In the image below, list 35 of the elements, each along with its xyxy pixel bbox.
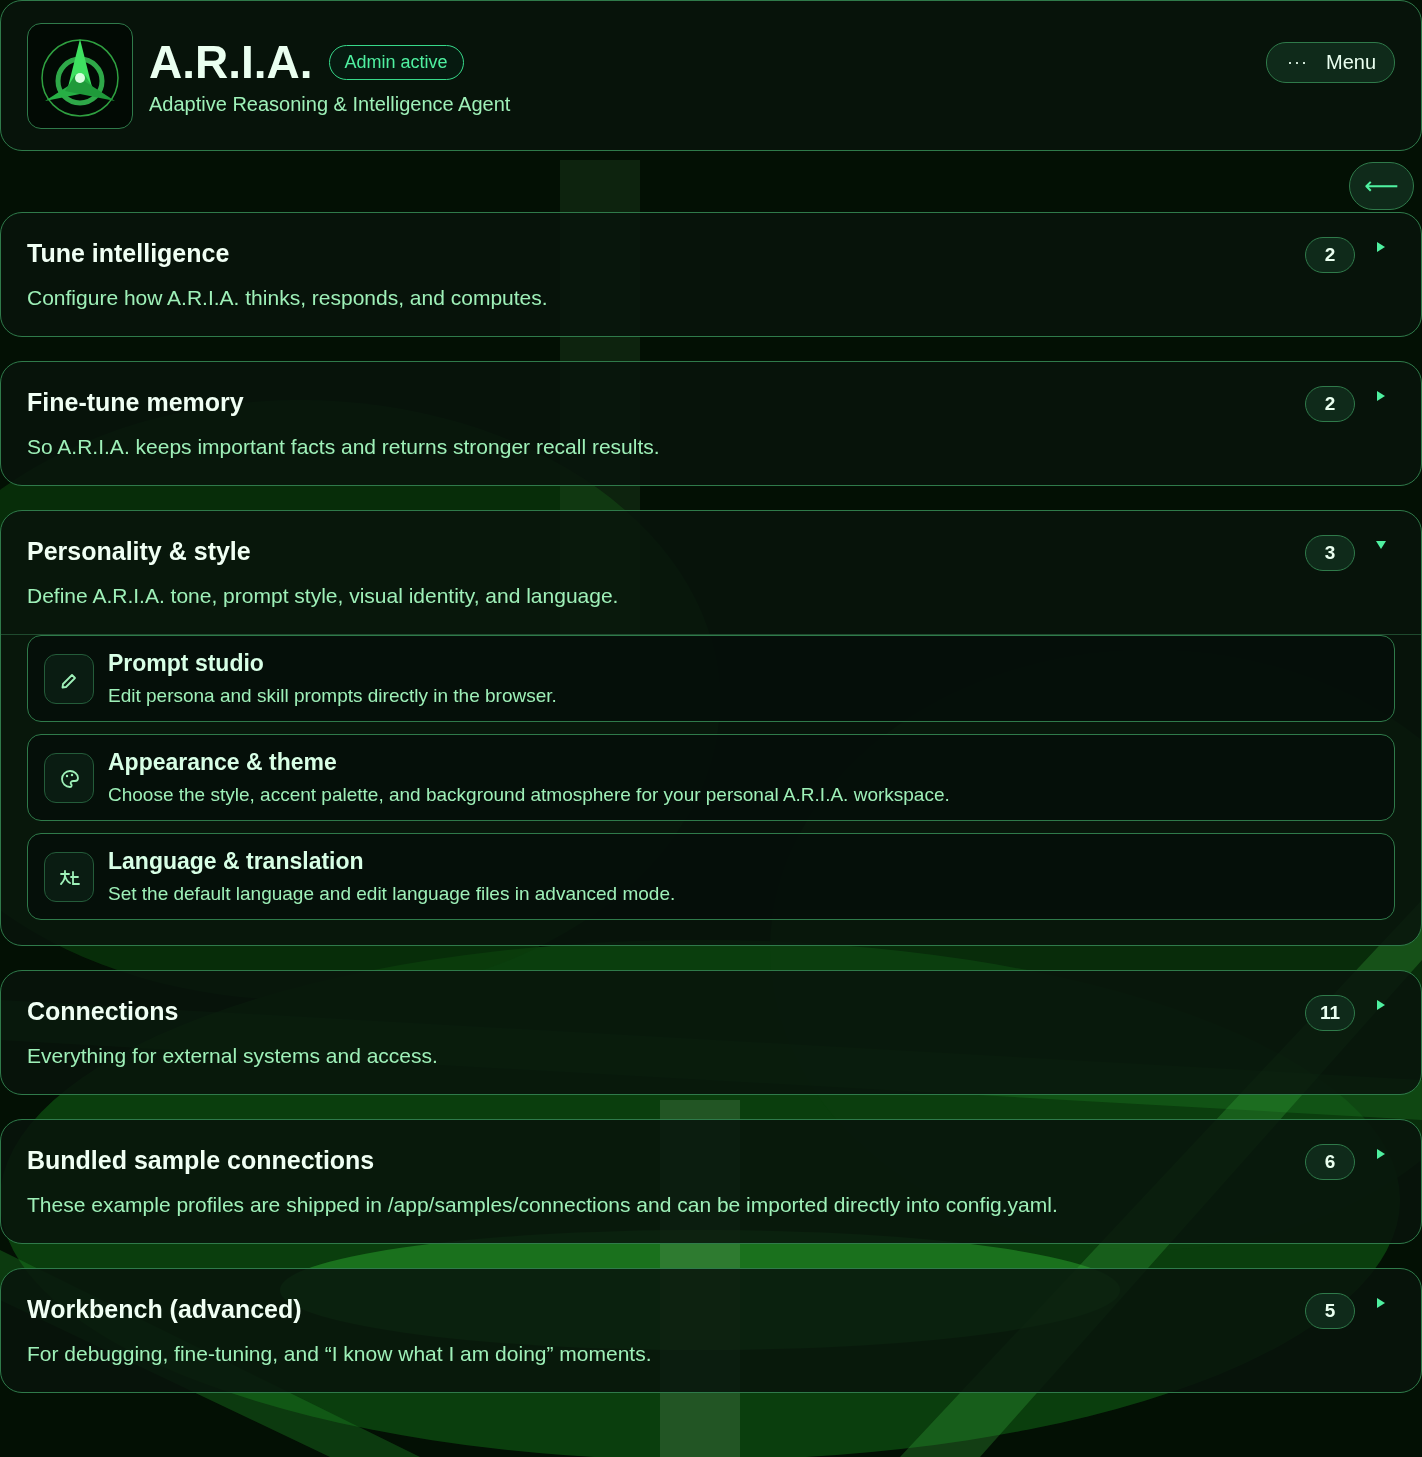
app-title: A.R.I.A. bbox=[149, 35, 313, 89]
count-badge: 6 bbox=[1305, 1144, 1355, 1180]
settings-item[interactable]: Prompt studio Edit persona and skill prompts directly in the browser. bbox=[27, 635, 1395, 722]
item-description: Edit persona and skill prompts directly in the browser. bbox=[108, 685, 557, 707]
item-description: Set the default language and edit language files in advanced mode. bbox=[108, 883, 676, 905]
section-description: Define A.R.I.A. tone, prompt style, visual identity, and language. bbox=[27, 584, 620, 608]
translate-icon bbox=[44, 851, 94, 902]
item-title: Language & translation bbox=[108, 848, 365, 875]
section-description: So A.R.I.A. keeps important facts and returns stronger recall results. bbox=[27, 435, 661, 459]
palette-icon bbox=[44, 752, 94, 803]
section-title[interactable]: Fine-tune memory bbox=[27, 388, 1293, 417]
app-subtitle: Adaptive Reasoning & Intelligence Agent bbox=[149, 93, 512, 116]
status-badge: Admin active bbox=[328, 44, 464, 80]
settings-item[interactable]: Language & translation Set the default language and edit language files in advanced mode. bbox=[27, 833, 1395, 920]
count-badge: 5 bbox=[1305, 1293, 1355, 1329]
section-title[interactable]: Tune intelligence bbox=[27, 239, 1293, 268]
count-badge: 2 bbox=[1305, 386, 1355, 422]
section-description: These example profiles are shipped in /app/samples/connections and can be imported directly into config.yaml. bbox=[27, 1193, 1059, 1217]
count-badge: 3 bbox=[1305, 535, 1355, 571]
pencil-icon bbox=[44, 653, 94, 704]
section-title[interactable]: Connections bbox=[27, 997, 1293, 1026]
section-description: Everything for external systems and access. bbox=[27, 1044, 439, 1068]
item-title: Appearance & theme bbox=[108, 749, 338, 776]
section-description: For debugging, fine-tuning, and “I know what I am doing” moments. bbox=[27, 1342, 653, 1366]
settings-item[interactable]: Appearance & theme Choose the style, accent palette, and background atmosphere for your personal A.R.I.A. workspace. bbox=[27, 734, 1395, 821]
section-title[interactable]: Workbench (advanced) bbox=[27, 1295, 1293, 1324]
section-title[interactable]: Personality & style bbox=[27, 537, 1293, 566]
count-badge: 2 bbox=[1305, 237, 1355, 273]
section-description: Configure how A.R.I.A. thinks, responds, and computes. bbox=[27, 286, 549, 310]
count-badge: 11 bbox=[1305, 995, 1355, 1031]
item-description: Choose the style, accent palette, and background atmosphere for your personal A.R.I.A. workspace. bbox=[108, 784, 950, 806]
logo-icon bbox=[27, 22, 133, 129]
menu-button[interactable]: ··· Menu bbox=[1266, 42, 1395, 83]
item-title: Prompt studio bbox=[108, 650, 265, 677]
section-title[interactable]: Bundled sample connections bbox=[27, 1146, 1293, 1175]
